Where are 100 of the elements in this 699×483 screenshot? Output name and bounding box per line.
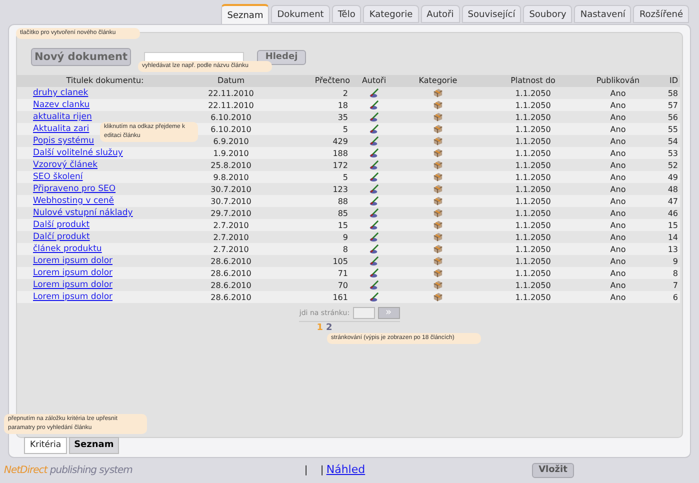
tab[interactable]: Dokument [271, 5, 330, 23]
box-icon[interactable] [433, 292, 443, 302]
column-header: Autoři [350, 75, 398, 87]
table-cell: 35 [269, 111, 350, 123]
pen-icon[interactable] [369, 232, 379, 242]
table-cell: 57 [648, 99, 680, 111]
document-link[interactable]: Vzorový článek [33, 160, 98, 170]
table-cell: 172 [269, 159, 350, 171]
document-link[interactable]: článek produktu [33, 244, 102, 254]
table-cell: 1.1.2050 [478, 111, 588, 123]
document-link[interactable]: Další volitelné služuy [33, 148, 123, 158]
document-link[interactable]: Další produkt [33, 220, 90, 230]
document-link[interactable]: Lorem ipsum dolor [33, 268, 113, 278]
tab[interactable]: Autoři [420, 5, 460, 23]
box-icon[interactable] [433, 208, 443, 218]
document-link[interactable]: Popis systému [33, 136, 94, 146]
box-icon[interactable] [433, 220, 443, 230]
document-link[interactable]: Nulové vstupní náklady [33, 208, 133, 218]
tab[interactable]: Tělo [332, 5, 362, 23]
document-link[interactable]: Webhosting v ceně [33, 196, 114, 206]
pen-icon[interactable] [369, 256, 379, 266]
document-link[interactable]: Nazev clanku [33, 100, 90, 110]
pen-icon[interactable] [369, 220, 379, 230]
pen-icon[interactable] [369, 196, 379, 206]
document-link[interactable]: Lorem ipsum dolor [33, 280, 113, 290]
table-cell: Ano [588, 99, 648, 111]
tab[interactable]: Související [462, 5, 522, 23]
column-header: ID [648, 75, 680, 87]
table-cell: 1.9.2010 [193, 147, 269, 159]
tab[interactable]: Soubory [523, 5, 572, 23]
box-icon[interactable] [433, 244, 443, 254]
box-icon[interactable] [433, 184, 443, 194]
table-cell: 28.6.2010 [193, 255, 269, 267]
box-icon[interactable] [433, 124, 443, 134]
table-cell: 1.1.2050 [478, 123, 588, 135]
pen-icon[interactable] [369, 268, 379, 278]
pen-icon[interactable] [369, 208, 379, 218]
box-icon[interactable] [433, 256, 443, 266]
document-link[interactable]: Dalčí produkt [33, 232, 90, 242]
table-cell: 56 [648, 111, 680, 123]
document-link[interactable]: Připraveno pro SEO [33, 184, 116, 194]
page-field[interactable] [352, 307, 375, 319]
document-link[interactable]: SEO školení [33, 172, 83, 182]
pen-icon[interactable] [369, 184, 379, 194]
box-icon[interactable] [433, 160, 443, 170]
box-icon[interactable] [433, 88, 443, 98]
pen-icon[interactable] [369, 88, 379, 98]
insert-button[interactable]: Vložit [532, 463, 574, 478]
pen-icon[interactable] [369, 124, 379, 134]
table-cell: Ano [588, 111, 648, 123]
pen-icon[interactable] [369, 100, 379, 110]
pen-icon[interactable] [369, 112, 379, 122]
pen-icon[interactable] [369, 172, 379, 182]
table-cell: Ano [588, 255, 648, 267]
table-cell: 1.1.2050 [478, 171, 588, 183]
tab[interactable]: Seznam [69, 437, 119, 454]
pen-icon[interactable] [369, 136, 379, 146]
tab[interactable]: Kategorie [363, 5, 419, 23]
box-icon[interactable] [433, 148, 443, 158]
table-cell: Ano [588, 171, 648, 183]
table-cell: Ano [588, 243, 648, 255]
box-icon[interactable] [433, 196, 443, 206]
table-cell: 1.1.2050 [478, 195, 588, 207]
table-cell: 9 [269, 231, 350, 243]
box-icon[interactable] [433, 136, 443, 146]
table-cell: 46 [648, 207, 680, 219]
table-cell: 1.1.2050 [478, 243, 588, 255]
document-link[interactable]: Aktualita zari [33, 124, 90, 134]
pen-icon[interactable] [369, 148, 379, 158]
column-header: Titulek dokumentu: [17, 75, 193, 87]
search-button[interactable]: Hledej [257, 50, 306, 64]
document-link[interactable]: aktualita rijen [33, 112, 92, 122]
table-cell: Ano [588, 195, 648, 207]
box-icon[interactable] [433, 232, 443, 242]
table-cell: 52 [648, 159, 680, 171]
document-link[interactable]: druhy clanek [33, 88, 88, 98]
box-icon[interactable] [433, 280, 443, 290]
box-icon[interactable] [433, 172, 443, 182]
table-cell: Ano [588, 147, 648, 159]
tab[interactable]: Rozšířené [633, 5, 689, 23]
tab[interactable]: Kritéria [24, 437, 68, 454]
table-cell: Ano [588, 291, 648, 303]
table-cell: 14 [648, 231, 680, 243]
tab[interactable]: Seznam [221, 4, 270, 24]
box-icon[interactable] [433, 100, 443, 110]
pen-icon[interactable] [369, 244, 379, 254]
table-cell: 88 [269, 195, 350, 207]
tab[interactable]: Nastavení [574, 5, 632, 23]
document-link[interactable]: Lorem ipsum dolor [33, 292, 113, 302]
table-cell: 1.1.2050 [478, 183, 588, 195]
pen-icon[interactable] [369, 160, 379, 170]
pen-icon[interactable] [369, 292, 379, 302]
preview-link[interactable]: Náhled [326, 462, 366, 479]
table-cell: 5 [269, 171, 350, 183]
table-cell: 1.1.2050 [478, 135, 588, 147]
box-icon[interactable] [433, 112, 443, 122]
page-link[interactable]: 2 [326, 323, 332, 333]
document-link[interactable]: Lorem ipsum dolor [33, 256, 113, 266]
box-icon[interactable] [433, 268, 443, 278]
pen-icon[interactable] [369, 280, 379, 290]
